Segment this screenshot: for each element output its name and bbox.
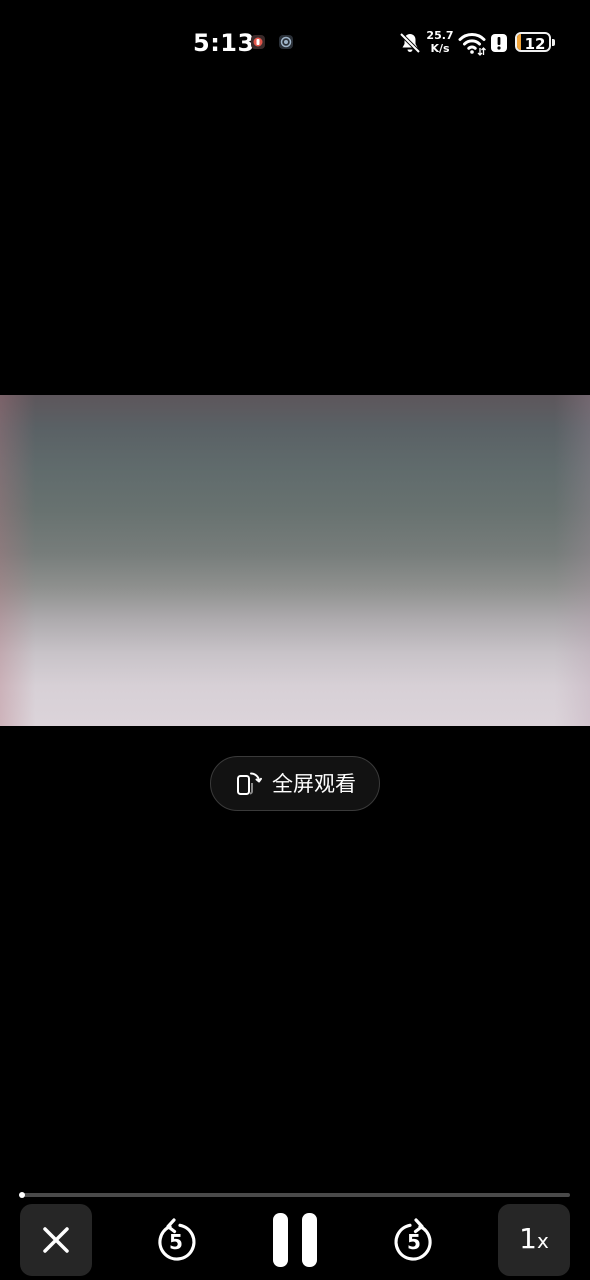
app-notification-icon (251, 35, 265, 49)
clock-time: 5:13 (193, 29, 255, 57)
fullscreen-button[interactable]: 全屏观看 (210, 756, 380, 811)
pause-icon (273, 1213, 317, 1267)
forward-seconds: 5 (407, 1230, 421, 1254)
battery-cap (552, 39, 555, 46)
battery-level: 12 (524, 35, 546, 52)
rewind-5-button[interactable]: 5 (140, 1204, 212, 1276)
bell-off-icon (399, 32, 421, 54)
network-speed-value: 25.7 (426, 29, 454, 42)
status-bar: 5:13 25.7 K/s 12 (0, 0, 590, 88)
video-frame[interactable] (0, 395, 590, 726)
playback-controls: 5 5 1x (0, 1204, 590, 1276)
wifi-icon (458, 33, 486, 56)
battery-body: 12 (515, 32, 551, 52)
forward-5-button[interactable]: 5 (378, 1204, 450, 1276)
progress-thumb[interactable] (18, 1192, 25, 1198)
fullscreen-label: 全屏观看 (272, 771, 356, 796)
network-speed: 25.7 K/s (426, 29, 454, 55)
forward-icon: 5 (391, 1217, 437, 1263)
battery-icon: 12 (515, 32, 555, 54)
speed-unit: x (536, 1229, 549, 1253)
playback-speed-button[interactable]: 1x (498, 1204, 570, 1276)
progress-bar[interactable] (18, 1192, 570, 1198)
rewind-icon: 5 (153, 1217, 199, 1263)
rewind-seconds: 5 (169, 1230, 183, 1254)
rotate-screen-icon (237, 771, 262, 795)
pause-button[interactable] (259, 1204, 331, 1276)
alert-icon (491, 34, 507, 52)
close-button[interactable] (20, 1204, 92, 1276)
close-icon (43, 1227, 69, 1253)
network-speed-unit: K/s (430, 42, 450, 55)
playback-speed-label: 1x (519, 1203, 549, 1277)
camera-notification-icon (279, 35, 293, 49)
speed-value: 1 (519, 1222, 537, 1255)
